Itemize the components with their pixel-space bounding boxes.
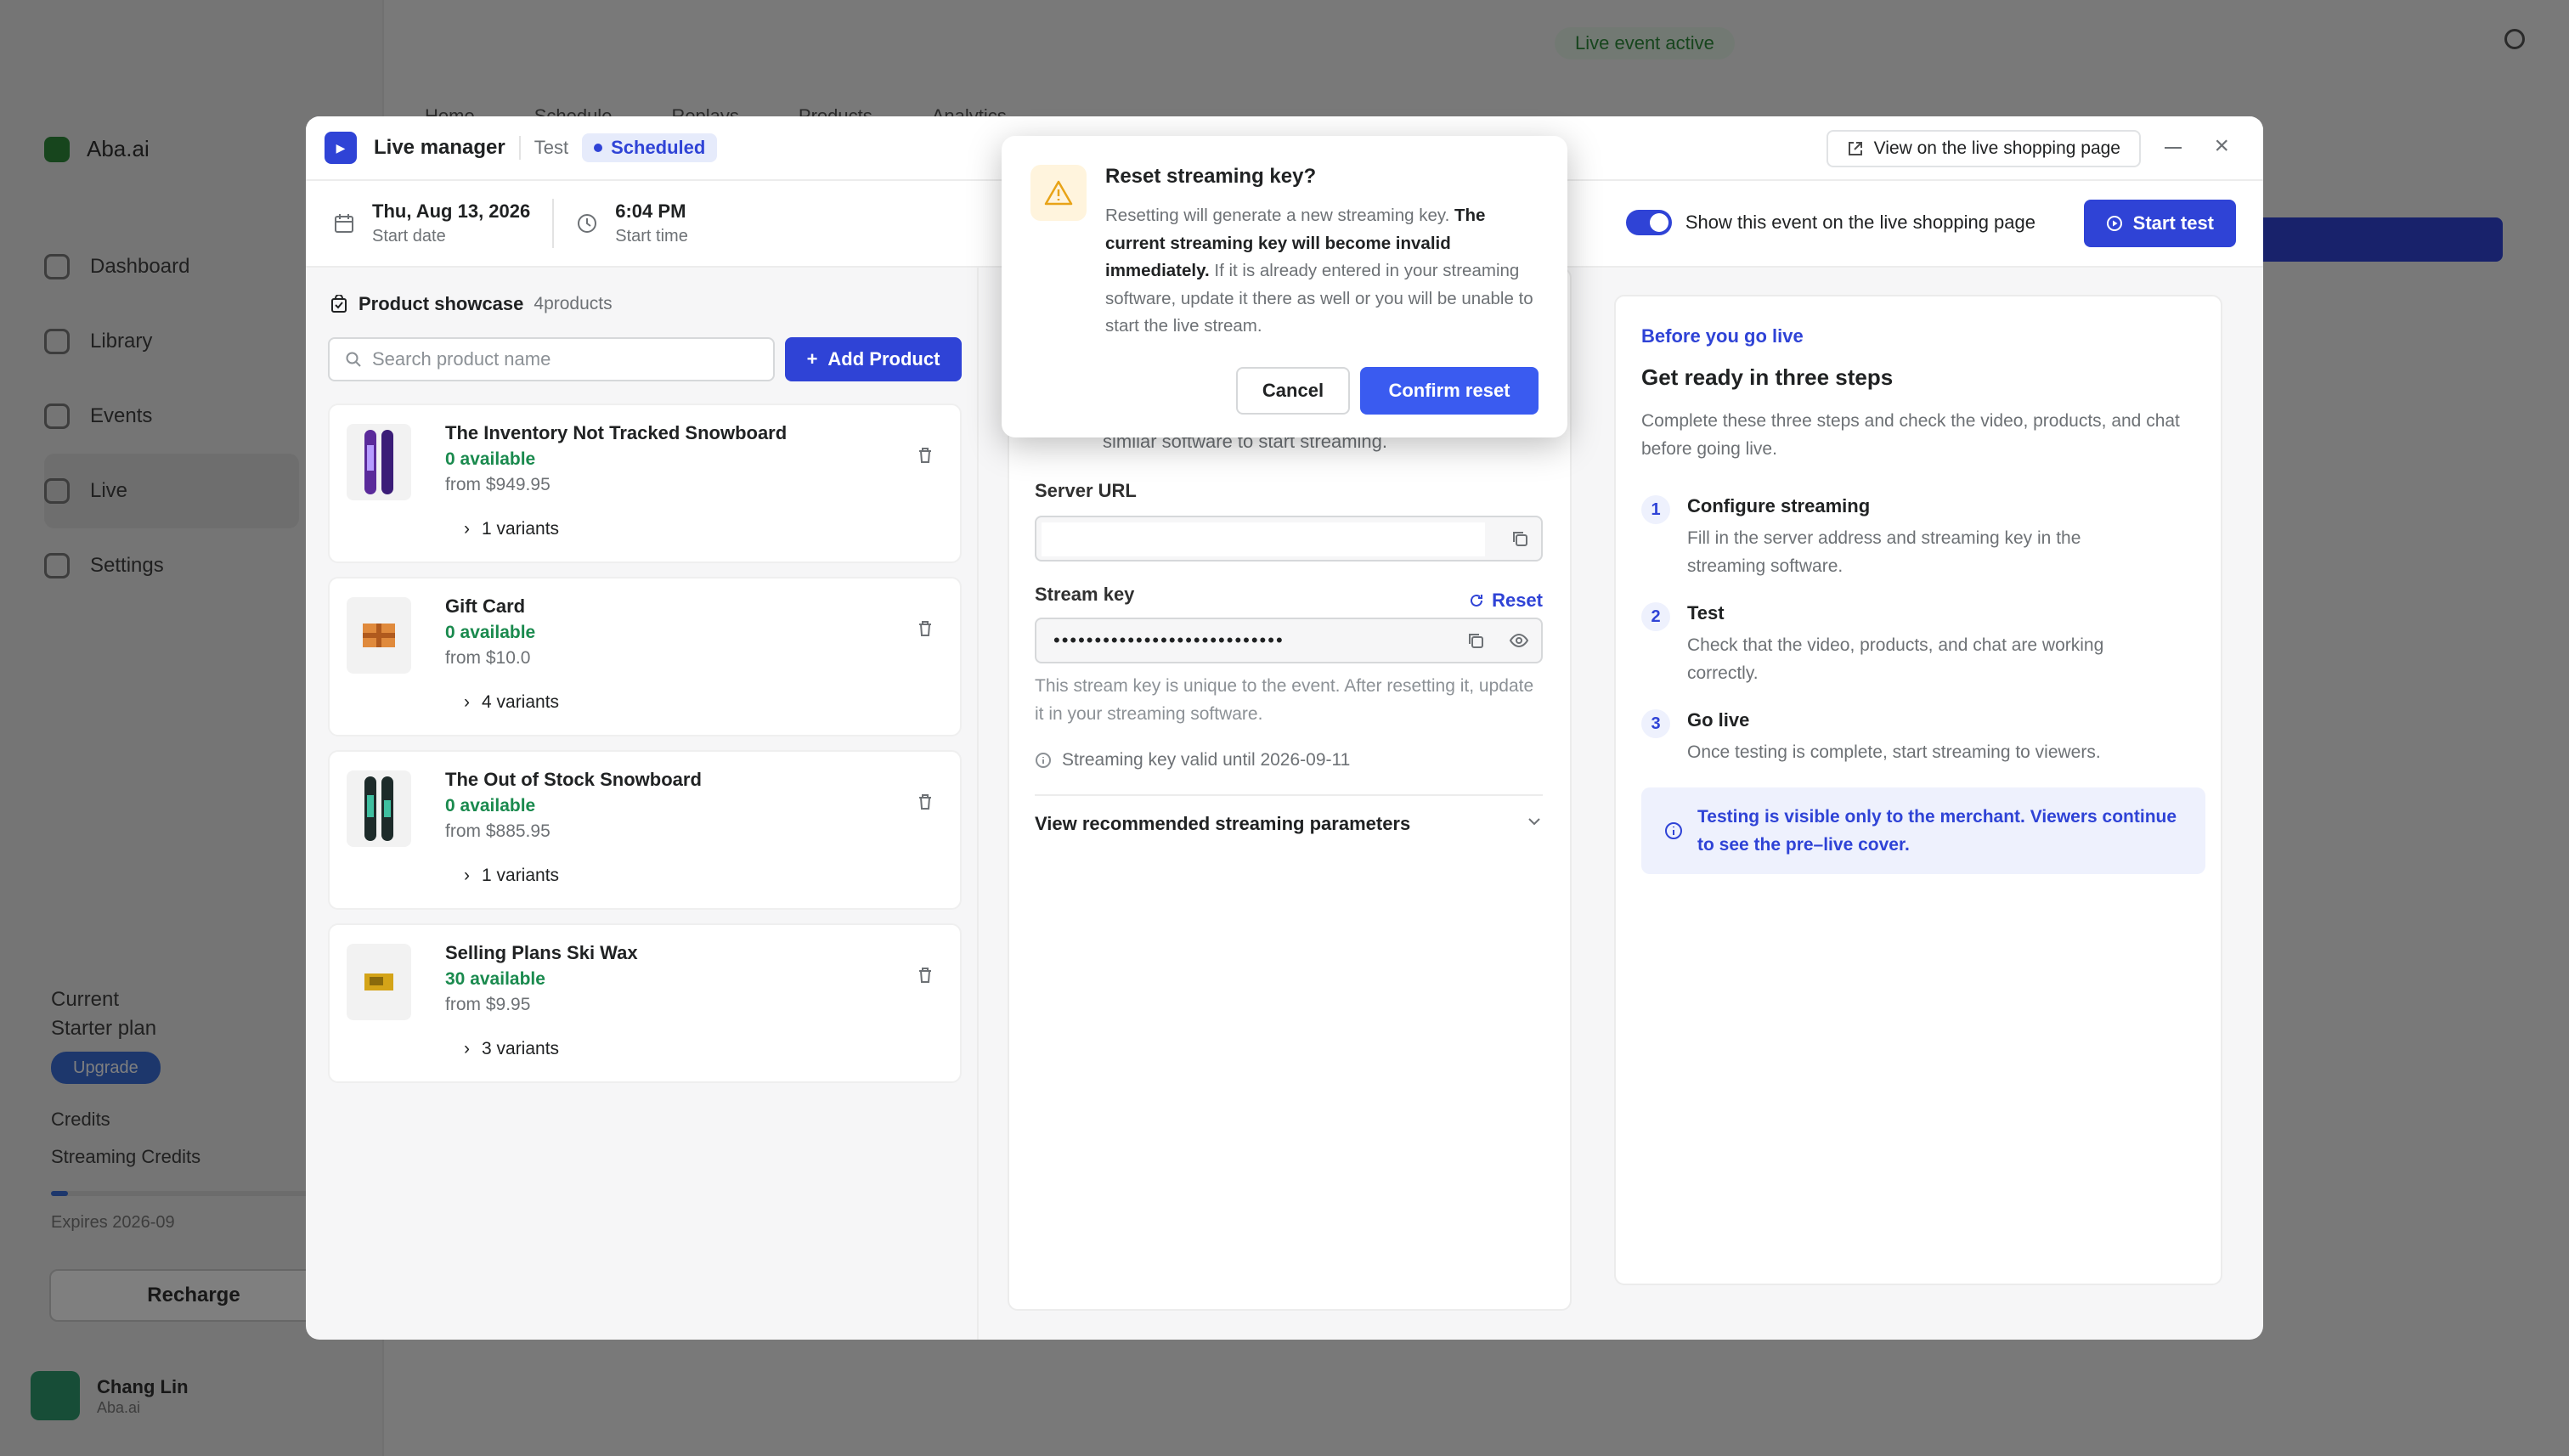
server-url-field[interactable]: [1035, 516, 1543, 562]
chevron-right-icon: ›: [464, 1039, 470, 1058]
product-price: from $10.0: [445, 648, 531, 668]
list-item[interactable]: The Inventory Not Tracked Snowboard 0 av…: [328, 404, 962, 563]
product-price: from $885.95: [445, 821, 550, 841]
step-number: 2: [1641, 602, 1670, 631]
variants-toggle[interactable]: › 4 variants: [464, 692, 559, 713]
step-title: Configure streaming: [1687, 495, 1871, 516]
show-event-toggle-row: Show this event on the live shopping pag…: [1625, 210, 2035, 235]
plus-icon: +: [806, 348, 818, 370]
info-icon: [1665, 822, 1682, 839]
chevron-right-icon: ›: [464, 519, 470, 539]
product-name: The Inventory Not Tracked Snowboard: [445, 422, 788, 443]
minimize-icon[interactable]: [2165, 147, 2182, 149]
product-thumbnail: [347, 944, 411, 1020]
product-availability: 30 available: [445, 969, 545, 989]
external-link-icon: [1848, 142, 1862, 155]
trash-icon[interactable]: [916, 619, 934, 638]
guide-eyebrow: Before you go live: [1641, 325, 1804, 347]
search-placeholder: Search product name: [372, 348, 551, 370]
shopping-bag-icon: [331, 295, 347, 313]
product-thumbnail: [347, 597, 411, 674]
start-date[interactable]: Thu, Aug 13, 2026 Start date: [333, 199, 530, 248]
list-item[interactable]: Gift Card 0 available from $10.0 › 4 vari…: [328, 577, 962, 736]
step-title: Go live: [1687, 709, 1750, 731]
copy-icon[interactable]: [1510, 529, 1529, 548]
calendar-icon: [335, 214, 353, 233]
reset-key-dialog: Reset streaming key? Resetting will gene…: [1002, 136, 1567, 437]
product-thumbnail: [347, 424, 411, 500]
confirm-reset-button[interactable]: Confirm reset: [1360, 367, 1539, 415]
dialog-title: Reset streaming key?: [1105, 165, 1317, 188]
chevron-down-icon: [1528, 818, 1540, 826]
go-live-guide-panel: Before you go live Get ready in three st…: [1614, 295, 2222, 1285]
start-test-button[interactable]: Start test: [2083, 200, 2236, 247]
variants-toggle[interactable]: › 1 variants: [464, 519, 559, 539]
status-dot-icon: [594, 144, 603, 152]
stream-key-help: This stream key is unique to the event. …: [1035, 676, 1534, 724]
reset-key-link[interactable]: Reset: [1468, 590, 1543, 612]
modal-title: Live manager: [374, 136, 505, 159]
key-validity: Streaming key valid until 2026-09-11: [1035, 750, 1350, 770]
view-live-page-button[interactable]: View on the live shopping page: [1826, 130, 2141, 167]
step-description: Check that the video, products, and chat…: [1687, 635, 2104, 683]
variants-toggle[interactable]: › 3 variants: [464, 1039, 559, 1059]
eye-icon[interactable]: [1509, 631, 1529, 650]
product-price: from $949.95: [445, 475, 550, 494]
product-availability: 0 available: [445, 623, 536, 642]
refresh-icon: [1471, 594, 1483, 607]
product-count: 4products: [534, 294, 613, 313]
step-number: 3: [1641, 709, 1670, 738]
play-icon: ▶: [325, 132, 357, 164]
stream-key-field[interactable]: ••••••••••••••••••••••••••••: [1035, 618, 1543, 663]
step-number: 1: [1641, 495, 1670, 524]
chevron-right-icon: ›: [464, 866, 470, 885]
trash-icon[interactable]: [916, 446, 934, 465]
trash-icon[interactable]: [916, 793, 934, 811]
step-description: Fill in the server address and streaming…: [1687, 528, 2081, 576]
streaming-params-accordion[interactable]: View recommended streaming parameters: [1035, 794, 1543, 835]
trash-icon[interactable]: [916, 966, 934, 985]
divider: [552, 199, 555, 248]
server-url-value: [1042, 522, 1485, 556]
product-name: The Out of Stock Snowboard: [445, 769, 702, 790]
add-product-button[interactable]: + Add Product: [785, 337, 962, 381]
divider: [518, 136, 521, 160]
product-availability: 0 available: [445, 796, 536, 815]
search-icon: [346, 352, 361, 367]
info-icon: [1036, 753, 1051, 768]
product-showcase-panel: Product showcase 4products Search produc…: [306, 268, 979, 1340]
chevron-right-icon: ›: [464, 692, 470, 712]
cancel-button[interactable]: Cancel: [1236, 367, 1350, 415]
showcase-header: Product showcase 4products: [330, 293, 613, 315]
search-input[interactable]: Search product name: [328, 337, 775, 381]
product-thumbnail: [347, 770, 411, 847]
step-description: Once testing is complete, start streamin…: [1687, 742, 2101, 762]
play-circle-icon: [2106, 216, 2122, 231]
dialog-body: Resetting will generate a new streaming …: [1105, 206, 1533, 336]
testing-note: Testing is visible only to the merchant.…: [1641, 787, 2205, 874]
product-name: Gift Card: [445, 595, 526, 617]
product-list: The Inventory Not Tracked Snowboard 0 av…: [328, 404, 962, 1097]
warning-icon: [1030, 165, 1087, 221]
guide-title: Get ready in three steps: [1641, 364, 1894, 390]
product-name: Selling Plans Ski Wax: [445, 942, 638, 963]
clock-icon: [578, 214, 597, 233]
step-title: Test: [1687, 602, 1725, 624]
server-url-label: Server URL: [1035, 480, 1137, 501]
stream-key-label: Stream key: [1035, 584, 1135, 605]
list-item[interactable]: Selling Plans Ski Wax 30 available from …: [328, 923, 962, 1083]
close-icon[interactable]: ×: [2214, 133, 2229, 159]
variants-toggle[interactable]: › 1 variants: [464, 866, 559, 886]
test-label: Test: [534, 137, 569, 158]
product-price: from $9.95: [445, 995, 531, 1014]
product-availability: 0 available: [445, 449, 536, 469]
stream-key-value: ••••••••••••••••••••••••••••: [1053, 629, 1284, 651]
copy-icon[interactable]: [1466, 631, 1485, 650]
show-event-label: Show this event on the live shopping pag…: [1685, 212, 2035, 233]
list-item[interactable]: The Out of Stock Snowboard 0 available f…: [328, 750, 962, 910]
start-time[interactable]: 6:04 PM Start time: [576, 199, 688, 248]
show-event-toggle[interactable]: [1625, 210, 1672, 235]
status-badge: Scheduled: [582, 133, 718, 162]
guide-description: Complete these three steps and check the…: [1641, 411, 2180, 459]
